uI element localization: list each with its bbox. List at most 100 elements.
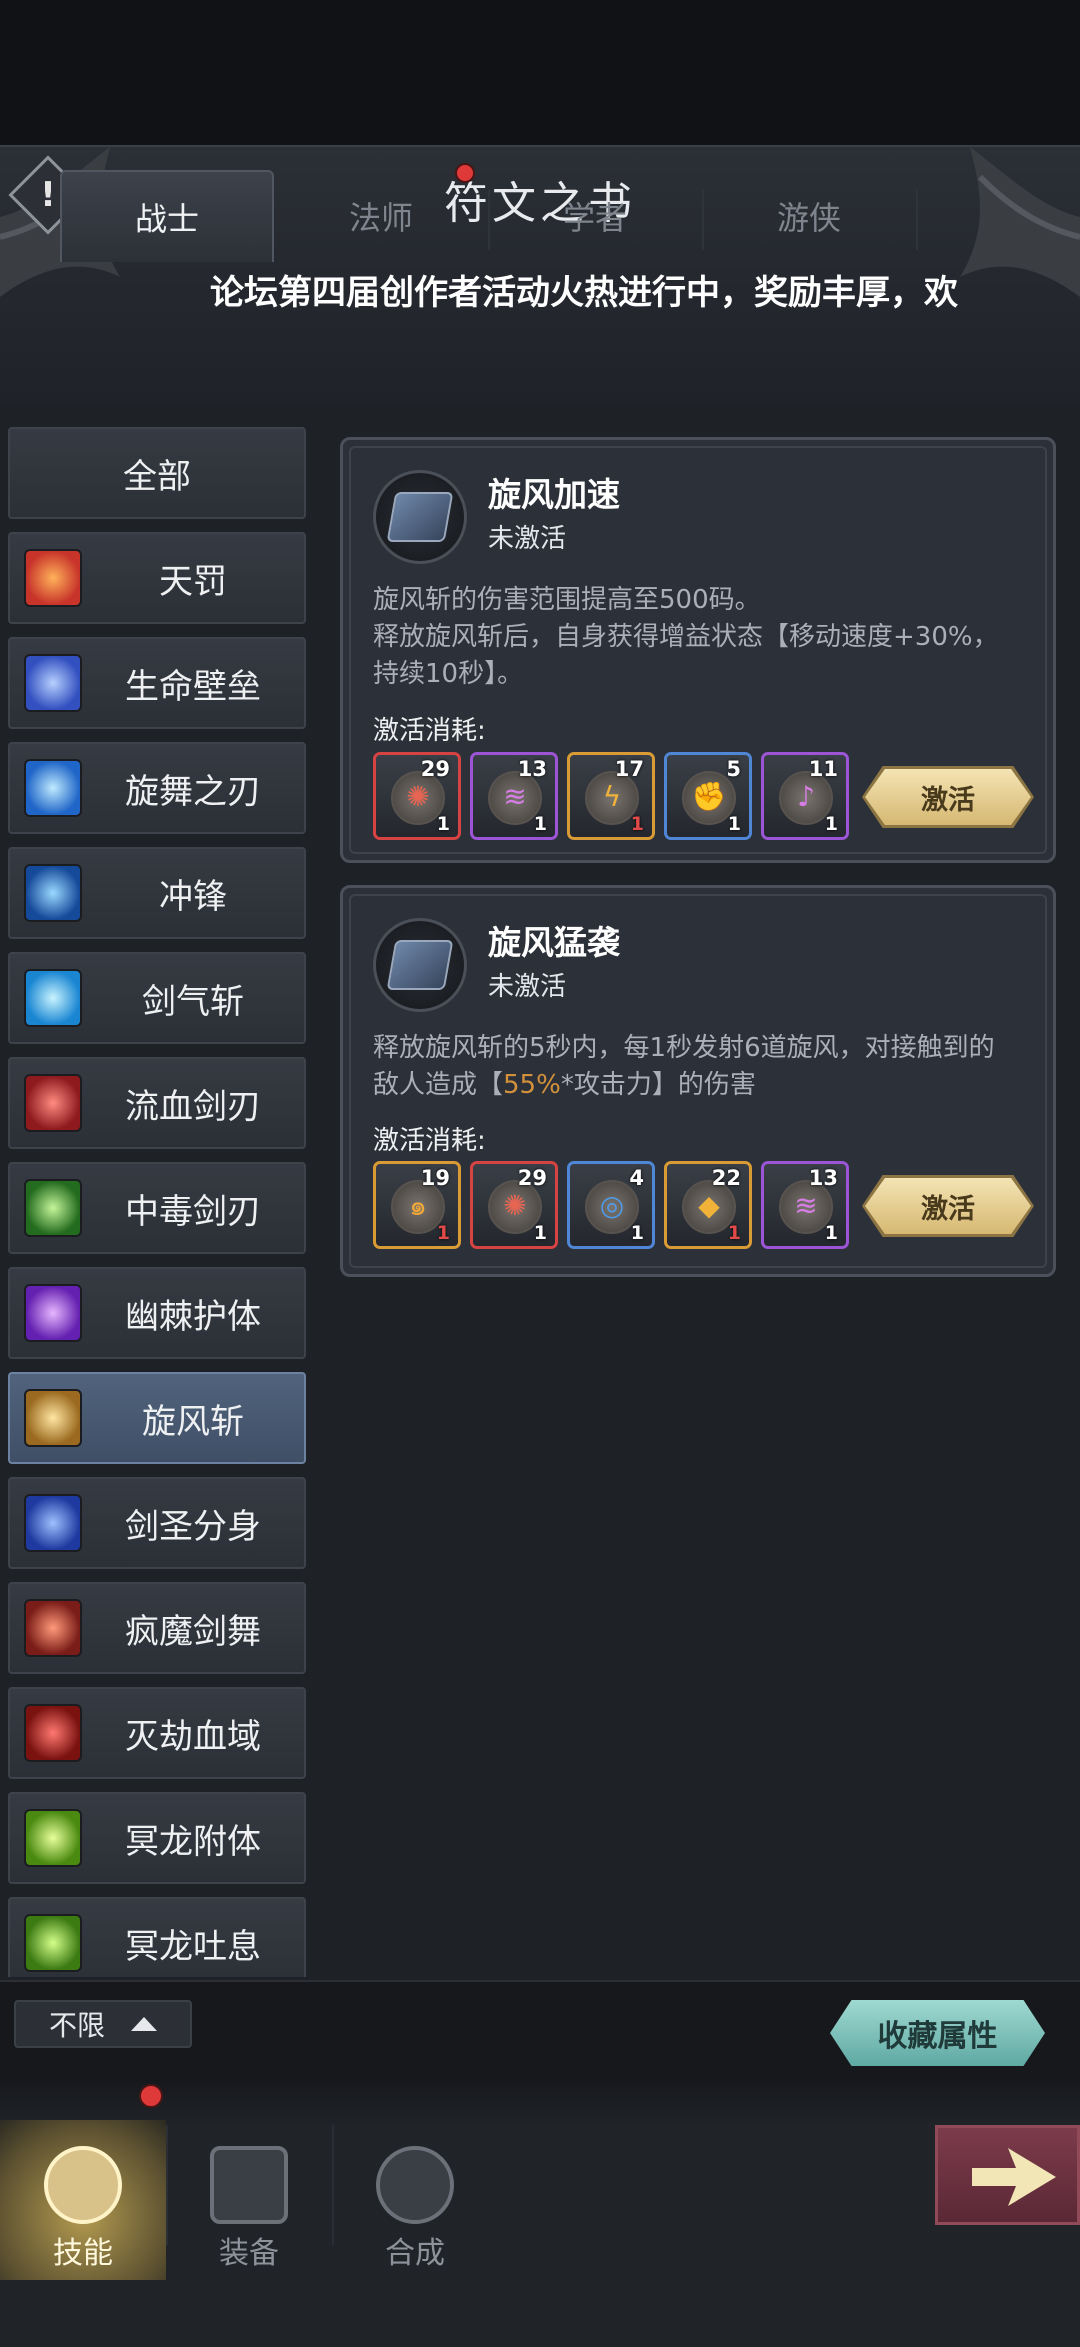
fire-slash-icon <box>24 549 82 607</box>
skill-sidebar[interactable]: 全部 天罚 生命壁垒 旋舞之刃 冲锋 剑气斩 流血剑刃 中毒剑刃 幽棘护体 旋风… <box>8 427 308 1977</box>
sidebar-item-label: 生命壁垒 <box>125 666 261 707</box>
charge-icon <box>24 864 82 922</box>
nav-label: 装备 <box>219 2236 279 2271</box>
collect-attributes-button[interactable]: 收藏属性 <box>830 2000 1045 2066</box>
nav-shoulder <box>0 2080 1080 2125</box>
sidebar-item-clone[interactable]: 剑圣分身 <box>8 1477 306 1569</box>
tab-divider <box>702 190 704 250</box>
synthesis-icon <box>376 2146 454 2224</box>
shield-icon <box>24 654 82 712</box>
frenzy-icon <box>24 1599 82 1657</box>
activate-button[interactable]: 激活 <box>865 1178 1031 1234</box>
sidebar-item-life-barrier[interactable]: 生命壁垒 <box>8 637 306 729</box>
poison-blade-icon <box>24 1179 82 1237</box>
rune-status: 未激活 <box>488 524 567 554</box>
arrow-right-icon <box>972 2148 1056 2206</box>
orange-shard-gem-icon[interactable]: ◆ 22 1 <box>664 1161 752 1249</box>
sidebar-item-label: 幽棘护体 <box>125 1296 261 1337</box>
notification-dot <box>139 2084 163 2108</box>
tab-ranger[interactable]: 游侠 <box>702 170 916 262</box>
next-arrow-button[interactable] <box>935 2125 1080 2225</box>
sidebar-item-dragon-breath[interactable]: 冥龙吐息 <box>8 1897 306 1977</box>
cost-list: ✺ 29 1 ≋ 13 1 ϟ 17 1 ✊ 51 ♪ 11 1 <box>373 752 858 840</box>
tab-mage[interactable]: 法师 <box>274 170 488 262</box>
bottom-nav: 技能 装备 合成 <box>0 2080 1080 2347</box>
sidebar-item-label: 剑圣分身 <box>125 1506 261 1547</box>
activate-button[interactable]: 激活 <box>865 769 1031 825</box>
rune-description: 释放旋风斩的5秒内，每1秒发射6道旋风，对接触到的 敌人造成【55%*攻击力】的… <box>373 1033 995 1100</box>
spiral-blade-icon <box>24 759 82 817</box>
red-whirl-gem-icon[interactable]: ✺ 29 1 <box>373 752 461 840</box>
nav-divider <box>166 2125 168 2245</box>
sidebar-item-label: 疯魔剑舞 <box>125 1611 261 1652</box>
nav-synthesis[interactable]: 合成 <box>332 2120 498 2280</box>
purple-wind-gem-icon[interactable]: ≋ 13 1 <box>470 752 558 840</box>
sidebar-item-dragon[interactable]: 冥龙附体 <box>8 1792 306 1884</box>
rune-card: 旋风猛袭 未激活 释放旋风斩的5秒内，每1秒发射6道旋风，对接触到的 敌人造成【… <box>340 885 1056 1277</box>
sidebar-item-blood-domain[interactable]: 灭劫血域 <box>8 1687 306 1779</box>
blue-vortex-gem-icon[interactable]: ◎ 41 <box>567 1161 655 1249</box>
filter-label: 不限 <box>48 2009 105 2042</box>
chevron-up-icon <box>131 2017 157 2031</box>
sidebar-item-label: 天罚 <box>159 561 227 602</box>
sidebar-item-label: 冥龙吐息 <box>125 1926 261 1967</box>
rune-name: 旋风加速 <box>488 475 620 514</box>
sidebar-item-label: 旋舞之刃 <box>125 771 261 812</box>
sidebar-item-poison-blade[interactable]: 中毒剑刃 <box>8 1162 306 1254</box>
card-icon <box>210 2146 288 2224</box>
nav-skill[interactable]: 技能 <box>0 2120 166 2280</box>
nav-equipment[interactable]: 装备 <box>166 2120 332 2280</box>
rune-card: 旋风加速 未激活 旋风斩的伤害范围提高至500码。 释放旋风斩后，自身获得增益状… <box>340 437 1056 863</box>
sidebar-item-label: 旋风斩 <box>142 1401 244 1442</box>
announcement-marquee: 论坛第四届创作者活动火热进行中，奖励丰厚，欢 <box>210 273 958 313</box>
dragon-icon <box>24 1809 82 1867</box>
sidebar-item-label: 冲锋 <box>159 876 227 917</box>
whirlwind-icon <box>24 1389 82 1447</box>
bleed-blade-icon <box>24 1074 82 1132</box>
sidebar-item-label: 流血剑刃 <box>125 1086 261 1127</box>
sidebar-item-charge[interactable]: 冲锋 <box>8 847 306 939</box>
orange-lightning-gem-icon[interactable]: ϟ 17 1 <box>567 752 655 840</box>
sidebar-item-label: 冥龙附体 <box>125 1821 261 1862</box>
sidebar-item-label: 全部 <box>123 456 191 497</box>
tab-divider <box>916 190 918 250</box>
sidebar-item-thorn-aura[interactable]: 幽棘护体 <box>8 1267 306 1359</box>
thorn-aura-icon <box>24 1284 82 1342</box>
orange-swirl-gem-icon[interactable]: ๑ 19 1 <box>373 1161 461 1249</box>
sidebar-item-bleed-blade[interactable]: 流血剑刃 <box>8 1057 306 1149</box>
sidebar-item-label: 中毒剑刃 <box>125 1191 261 1232</box>
blue-fist-gem-icon[interactable]: ✊ 51 <box>664 752 752 840</box>
sidebar-item-tianfa[interactable]: 天罚 <box>8 532 306 624</box>
sidebar-item-whirlwind[interactable]: 旋风斩 <box>8 1372 306 1464</box>
nav-label: 技能 <box>53 2236 113 2271</box>
cost-list: ๑ 19 1 ✺ 29 1 ◎ 41 ◆ 22 1 ≋ 13 1 <box>373 1161 858 1249</box>
sidebar-item-all[interactable]: 全部 <box>8 427 306 519</box>
rune-description: 旋风斩的伤害范围提高至500码。 释放旋风斩后，自身获得增益状态【移动速度+30… <box>373 585 999 689</box>
whirlwind-rune-icon <box>373 470 467 564</box>
tab-divider <box>488 190 490 250</box>
class-tabs: 战士 法师 学者 游侠 <box>60 170 1020 262</box>
sidebar-item-spin-blade[interactable]: 旋舞之刃 <box>8 742 306 834</box>
sidebar-item-sword-wave[interactable]: 剑气斩 <box>8 952 306 1044</box>
tab-warrior[interactable]: 战士 <box>60 170 274 262</box>
status-area <box>0 0 1080 145</box>
cost-label: 激活消耗: <box>373 716 486 746</box>
purple-wind-gem-icon[interactable]: ≋ 13 1 <box>761 1161 849 1249</box>
filter-dropdown[interactable]: 不限 <box>14 2000 192 2048</box>
sidebar-item-label: 剑气斩 <box>142 981 244 1022</box>
sidebar-item-frenzy[interactable]: 疯魔剑舞 <box>8 1582 306 1674</box>
cost-label: 激活消耗: <box>373 1126 486 1156</box>
tab-scholar[interactable]: 学者 <box>488 170 702 262</box>
dragon-breath-icon <box>24 1914 82 1972</box>
rune-name: 旋风猛袭 <box>488 923 620 962</box>
sword-wave-icon <box>24 969 82 1027</box>
blood-domain-icon <box>24 1704 82 1762</box>
clone-icon <box>24 1494 82 1552</box>
nav-divider <box>332 2125 334 2245</box>
filter-bar: 不限 收藏属性 <box>0 1980 1080 2080</box>
purple-horn-gem-icon[interactable]: ♪ 11 1 <box>761 752 849 840</box>
sidebar-item-label: 灭劫血域 <box>125 1716 261 1757</box>
red-whirl-gem-icon[interactable]: ✺ 29 1 <box>470 1161 558 1249</box>
rune-status: 未激活 <box>488 972 567 1002</box>
notification-dot <box>455 163 475 183</box>
